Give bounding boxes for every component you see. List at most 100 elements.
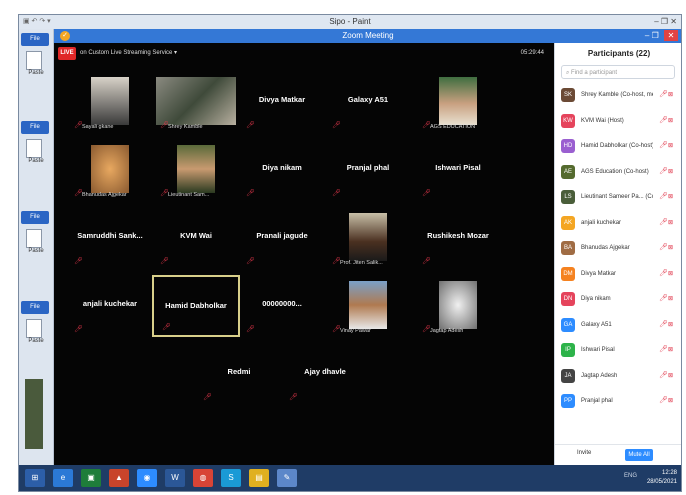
video-off-icon[interactable]: ⊠ — [668, 340, 673, 360]
paste-icon[interactable] — [26, 139, 42, 158]
muted-mic-icon[interactable]: 🎤︎ — [659, 264, 668, 284]
active-speaker-tile[interactable]: Hamid Dabholkar 🎤︎ — [152, 275, 240, 337]
video-tile[interactable]: Rushikesh Mozar 🎤︎ — [414, 207, 502, 269]
video-off-icon[interactable]: ⊠ — [668, 315, 673, 335]
file-tab[interactable]: File — [21, 301, 49, 314]
taskbar-app-icon[interactable]: ▣ — [81, 469, 101, 487]
taskbar-app-icon[interactable]: S — [221, 469, 241, 487]
video-tile[interactable]: anjali kuchekar 🎤︎ — [66, 275, 154, 337]
video-off-icon[interactable]: ⊠ — [668, 136, 673, 156]
muted-mic-icon[interactable]: 🎤︎ — [659, 315, 668, 335]
participant-name: Divya Matkar — [581, 270, 617, 277]
video-tile[interactable]: 🎤︎ Lieutinant Sam... — [152, 139, 240, 201]
file-tab[interactable]: File — [21, 121, 49, 134]
taskbar-app-icon[interactable]: W — [165, 469, 185, 487]
video-off-icon[interactable]: ⊠ — [668, 213, 673, 233]
live-badge[interactable]: LIVE — [58, 47, 76, 60]
participant-row[interactable]: KW KVM Wai (Host) 🎤︎ ⊠ — [561, 111, 679, 131]
video-off-icon[interactable]: ⊠ — [668, 187, 673, 207]
video-tile[interactable]: 🎤︎ Vinay Pawar — [324, 275, 412, 337]
muted-mic-icon[interactable]: 🎤︎ — [659, 136, 668, 156]
video-tile[interactable]: Pranali jagude 🎤︎ — [238, 207, 326, 269]
participant-row[interactable]: AK anjali kuchekar 🎤︎ ⊠ — [561, 213, 679, 233]
video-tile[interactable]: Diya nikam 🎤︎ — [238, 139, 326, 201]
file-tab[interactable]: File — [21, 211, 49, 224]
participant-row[interactable]: BA Bhanudas Ajgekar 🎤︎ ⊠ — [561, 238, 679, 258]
muted-mic-icon[interactable]: 🎤︎ — [659, 111, 668, 131]
muted-mic-icon: 🎤︎ — [332, 122, 341, 129]
system-tray-lang[interactable]: ENG — [624, 473, 637, 479]
taskbar-clock[interactable]: 12:28 28/05/2021 — [647, 469, 677, 487]
video-off-icon[interactable]: ⊠ — [668, 111, 673, 131]
shield-icon[interactable]: ✓ — [60, 31, 70, 41]
video-off-icon[interactable]: ⊠ — [668, 238, 673, 258]
participant-search-input[interactable]: ⌕ Find a participant — [561, 65, 675, 79]
video-tile[interactable]: Pranjal phal 🎤︎ — [324, 139, 412, 201]
video-tile[interactable]: 🎤︎ Sayali gkane — [66, 71, 154, 133]
participant-row[interactable]: PP Pranjal phal 🎤︎ ⊠ — [561, 391, 679, 411]
paste-icon[interactable] — [26, 319, 42, 338]
avatar: BA — [561, 241, 575, 255]
video-tile[interactable]: Redmi 🎤︎ — [195, 343, 283, 405]
maximize-button[interactable]: ❐ — [652, 31, 659, 40]
participant-row[interactable]: IP Ishwari Pisal 🎤︎ ⊠ — [561, 340, 679, 360]
participant-row[interactable]: SK Shrey Kamble (Co-host, me) 🎤︎ ⊠ — [561, 85, 679, 105]
muted-mic-icon[interactable]: 🎤︎ — [659, 366, 668, 386]
video-tile[interactable]: Ajay dhavle 🎤︎ — [281, 343, 369, 405]
muted-mic-icon[interactable]: 🎤︎ — [659, 85, 668, 105]
video-tile[interactable]: Divya Matkar 🎤︎ — [238, 71, 326, 133]
video-tile[interactable]: 00000000... 🎤︎ — [238, 275, 326, 337]
participant-row[interactable]: LS Lieutinant Sameer Pa... (Co-host) 🎤︎⊠ — [561, 187, 679, 207]
close-button[interactable]: ✕ — [664, 30, 678, 41]
video-tile[interactable]: 🎤︎ Shrey Kamble — [152, 71, 240, 133]
muted-mic-icon[interactable]: 🎤︎ — [659, 391, 668, 411]
video-off-icon[interactable]: ⊠ — [668, 264, 673, 284]
taskbar-app-icon[interactable]: ◍ — [193, 469, 213, 487]
video-off-icon[interactable]: ⊠ — [668, 391, 673, 411]
participant-name: Pranjal phal — [581, 398, 613, 404]
streaming-status[interactable]: on Custom Live Streaming Service ▾ — [80, 47, 177, 60]
paste-icon[interactable] — [26, 229, 42, 248]
participant-name: Jagtap Adesh — [581, 372, 618, 379]
participant-row[interactable]: HD Hamid Dabholkar (Co-host) 🎤︎ ⊠ — [561, 136, 679, 156]
participant-row[interactable]: JA Jagtap Adesh 🎤︎ ⊠ — [561, 366, 679, 386]
video-off-icon[interactable]: ⊠ — [668, 85, 673, 105]
video-tile[interactable]: 🎤︎ AGS EDUCATION — [414, 71, 502, 133]
taskbar-app-icon[interactable]: e — [53, 469, 73, 487]
muted-mic-icon[interactable]: 🎤︎ — [659, 213, 668, 233]
taskbar-app-icon[interactable]: ◉ — [137, 469, 157, 487]
video-tile[interactable]: Ishwari Pisal 🎤︎ — [414, 139, 502, 201]
video-tile[interactable]: 🎤︎ Jagtap Adesh — [414, 275, 502, 337]
paste-icon[interactable] — [26, 51, 42, 70]
muted-mic-icon[interactable]: 🎤︎ — [659, 238, 668, 258]
video-off-icon[interactable]: ⊠ — [668, 289, 673, 309]
participant-row[interactable]: DM Divya Matkar 🎤︎ ⊠ — [561, 264, 679, 284]
taskbar-app-icon[interactable]: ▤ — [249, 469, 269, 487]
video-tile[interactable]: Samruddhi Sank... 🎤︎ — [66, 207, 154, 269]
mute-all-button[interactable]: Mute All — [625, 449, 653, 461]
quick-access-toolbar[interactable]: ▣ ↶ ↷ ▾ — [23, 15, 51, 29]
participant-row[interactable]: DN Diya nikam 🎤︎ ⊠ — [561, 289, 679, 309]
taskbar-app-icon[interactable]: ▲ — [109, 469, 129, 487]
zoom-window-controls[interactable]: – ❐ ✕ — [645, 29, 678, 43]
muted-mic-icon[interactable]: 🎤︎ — [659, 289, 668, 309]
minimize-button[interactable]: – — [645, 31, 649, 40]
video-tile[interactable]: 🎤︎ Bhanudas Ajgekar — [66, 139, 154, 201]
participant-row[interactable]: GA Galaxy A51 🎤︎ ⊠ — [561, 315, 679, 335]
paint-window-controls[interactable]: – ❐ ✕ — [654, 15, 677, 29]
video-tile[interactable]: Galaxy A51 🎤︎ — [324, 71, 412, 133]
video-tile[interactable]: KVM Wai 🎤︎ — [152, 207, 240, 269]
taskbar-app-icon[interactable]: ✎ — [277, 469, 297, 487]
avatar: DN — [561, 292, 575, 306]
tile-name: Pranjal phal — [346, 163, 390, 172]
file-tab[interactable]: File — [21, 33, 49, 46]
muted-mic-icon[interactable]: 🎤︎ — [659, 187, 668, 207]
muted-mic-icon[interactable]: 🎤︎ — [659, 162, 668, 182]
participant-row[interactable]: AE AGS Education (Co-host) 🎤︎ ⊠ — [561, 162, 679, 182]
invite-button[interactable]: Invite — [577, 450, 591, 456]
muted-mic-icon[interactable]: 🎤︎ — [659, 340, 668, 360]
video-tile[interactable]: 🎤︎ Prof. Jiten Salik... — [324, 207, 412, 269]
video-off-icon[interactable]: ⊠ — [668, 162, 673, 182]
video-off-icon[interactable]: ⊠ — [668, 366, 673, 386]
start-button[interactable]: ⊞ — [25, 469, 45, 487]
